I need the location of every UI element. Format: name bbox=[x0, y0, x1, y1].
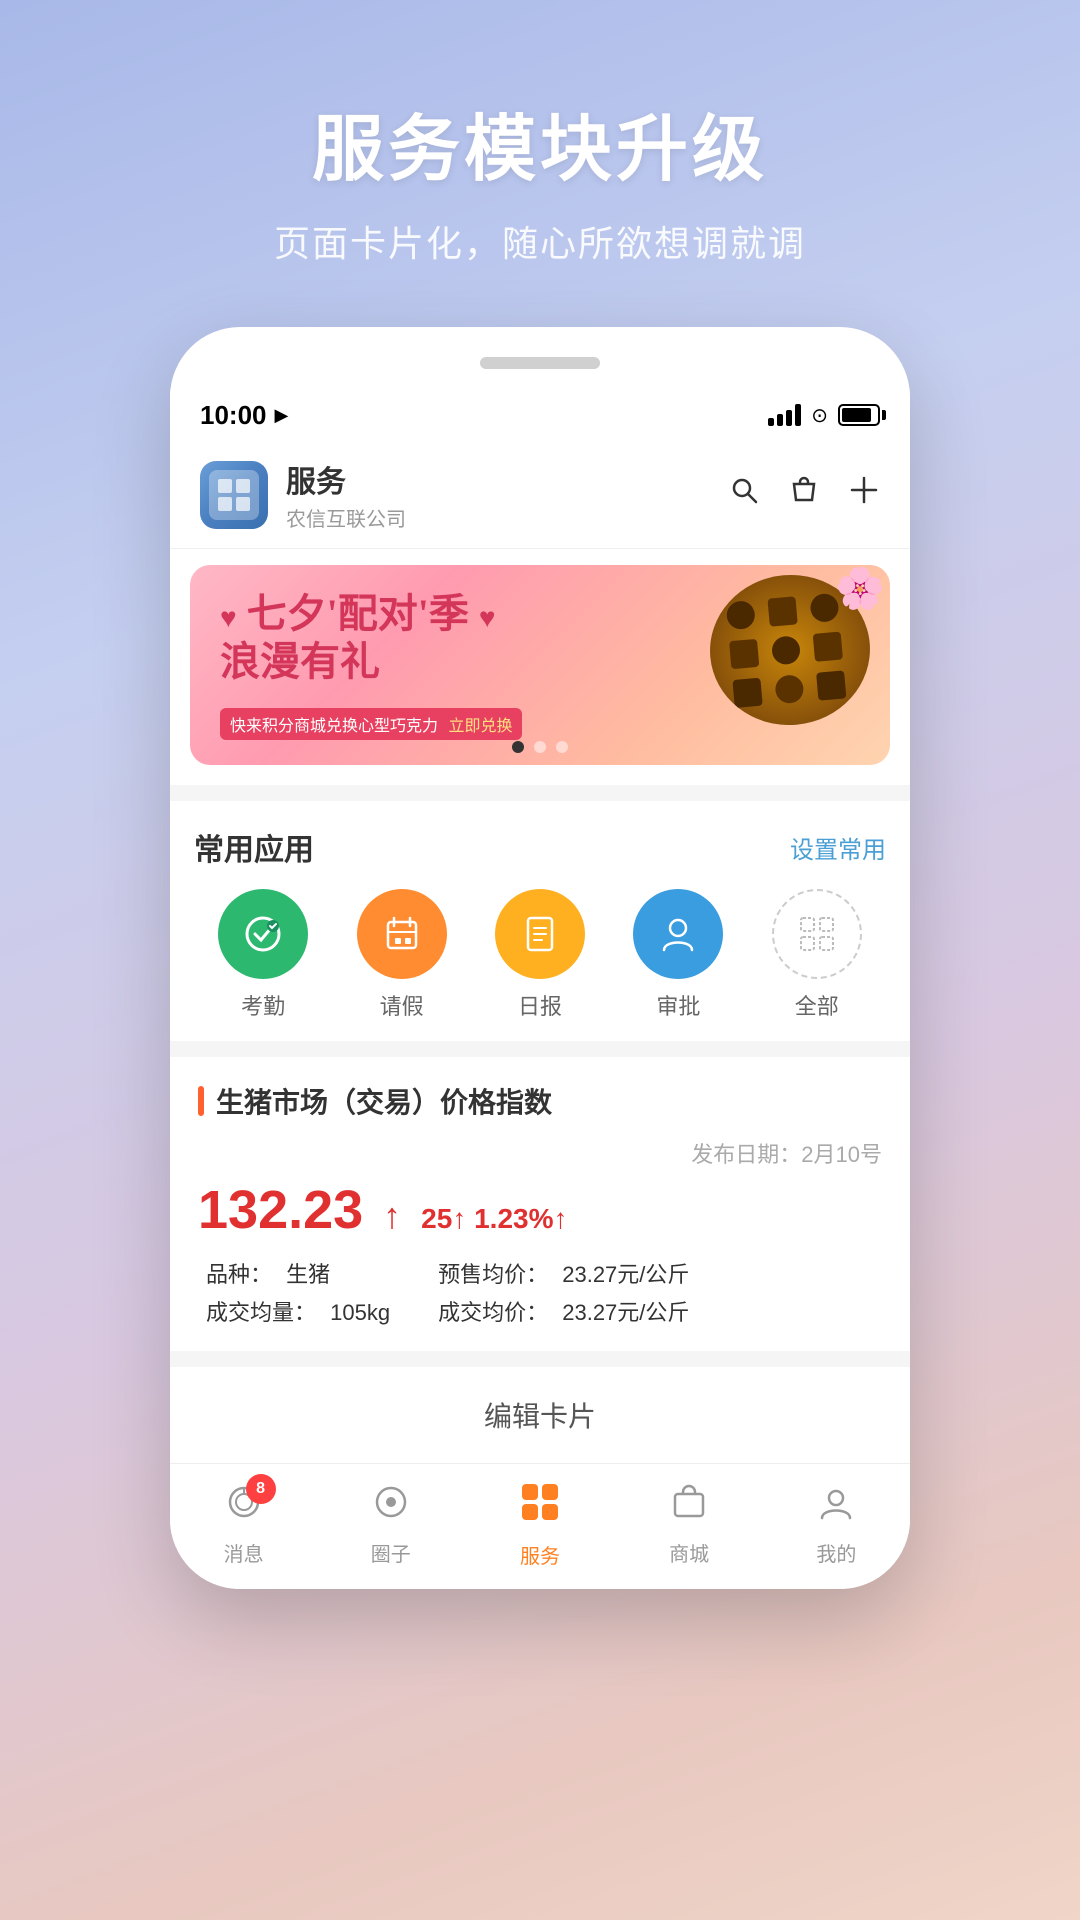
phone-mockup: 10:00 ▶ ⊙ bbox=[170, 327, 910, 1589]
app-title-group: 服务 农信互联公司 bbox=[286, 457, 728, 532]
app-item-all[interactable]: 全部 bbox=[772, 889, 862, 1021]
phone-screen: 10:00 ▶ ⊙ bbox=[170, 389, 910, 1589]
search-icon[interactable] bbox=[728, 474, 760, 515]
battery-icon bbox=[838, 404, 880, 426]
market-accent bbox=[198, 1086, 204, 1116]
app-item-approval[interactable]: 审批 bbox=[633, 889, 723, 1021]
shop-icon bbox=[669, 1482, 709, 1532]
banner-dot-2[interactable] bbox=[534, 741, 546, 753]
checkin-label: 考勤 bbox=[241, 989, 285, 1021]
set-common-button[interactable]: 设置常用 bbox=[790, 830, 886, 865]
app-title: 服务 bbox=[286, 457, 728, 501]
messages-badge: 8 bbox=[246, 1474, 276, 1504]
all-label: 全部 bbox=[795, 989, 839, 1021]
service-label: 服务 bbox=[520, 1540, 560, 1569]
signal-icon bbox=[768, 404, 801, 426]
all-icon bbox=[772, 889, 862, 979]
app-header: 服务 农信互联公司 bbox=[170, 441, 910, 549]
daily-label: 日报 bbox=[518, 989, 562, 1021]
heart-left: ♥ bbox=[220, 603, 237, 634]
checkin-icon bbox=[218, 889, 308, 979]
app-logo-inner bbox=[209, 470, 259, 520]
circle-icon bbox=[371, 1482, 411, 1532]
hero-title: 服务模块升级 bbox=[274, 90, 806, 195]
banner-title-line1: ♥ 七夕'配对'季 ♥ bbox=[220, 590, 660, 638]
banner-container[interactable]: ♥ 七夕'配对'季 ♥ 浪漫有礼 快来积分商城兑换心型巧克力 立即兑换 bbox=[170, 549, 910, 785]
nav-item-circle[interactable]: 圈子 bbox=[371, 1482, 411, 1567]
market-detail-col-right: 预售均价： 23.27元/公斤 成交均价： 23.27元/公斤 bbox=[430, 1257, 689, 1327]
common-apps-section: 常用应用 设置常用 考勤 bbox=[170, 801, 910, 1041]
market-main-price: 132.23 bbox=[198, 1179, 363, 1241]
market-variety-row: 品种： 生猪 bbox=[198, 1257, 390, 1289]
app-logo bbox=[200, 461, 268, 529]
market-trade-row: 成交均价： 23.27元/公斤 bbox=[430, 1295, 689, 1327]
market-card: 生猪市场（交易）价格指数 发布日期：2月10号 132.23 ↑ 25↑ 1.2… bbox=[170, 1057, 910, 1351]
status-bar: 10:00 ▶ ⊙ bbox=[170, 389, 910, 441]
nav-item-mine[interactable]: 我的 bbox=[816, 1482, 856, 1567]
wifi-icon: ⊙ bbox=[811, 403, 828, 428]
bottom-nav: 8 消息 圈子 bbox=[170, 1463, 910, 1589]
banner-dot-1[interactable] bbox=[512, 741, 524, 753]
edit-card-button[interactable]: 编辑卡片 bbox=[170, 1367, 910, 1463]
plus-icon[interactable] bbox=[848, 474, 880, 515]
banner-tag-link[interactable]: 立即兑换 bbox=[448, 718, 512, 735]
app-icons-row: 考勤 请假 bbox=[194, 889, 886, 1021]
nav-item-shop[interactable]: 商城 bbox=[669, 1482, 709, 1567]
service-icon bbox=[518, 1480, 562, 1534]
heart-right: ♥ bbox=[479, 603, 496, 634]
shop-label: 商城 bbox=[669, 1538, 709, 1567]
hero-subtitle: 页面卡片化，随心所欲想调就调 bbox=[274, 215, 806, 267]
nav-item-service[interactable]: 服务 bbox=[518, 1480, 562, 1569]
banner-dots bbox=[512, 741, 568, 753]
market-detail-col-left: 品种： 生猪 成交均量： 105kg bbox=[198, 1257, 390, 1327]
phone-speaker bbox=[480, 357, 600, 369]
banner-dot-3[interactable] bbox=[556, 741, 568, 753]
market-volume-row: 成交均量： 105kg bbox=[198, 1295, 390, 1327]
location-icon: ▶ bbox=[275, 405, 289, 426]
market-date: 发布日期：2月10号 bbox=[691, 1142, 882, 1167]
market-details: 品种： 生猪 成交均量： 105kg 预售均价： 23.27元/公斤 成交均价： bbox=[198, 1257, 882, 1327]
banner[interactable]: ♥ 七夕'配对'季 ♥ 浪漫有礼 快来积分商城兑换心型巧克力 立即兑换 bbox=[190, 565, 890, 765]
common-apps-title: 常用应用 bbox=[194, 825, 314, 869]
banner-text-area: ♥ 七夕'配对'季 ♥ 浪漫有礼 快来积分商城兑换心型巧克力 立即兑换 bbox=[190, 570, 690, 760]
approval-icon bbox=[633, 889, 723, 979]
market-presale-row: 预售均价： 23.27元/公斤 bbox=[430, 1257, 689, 1289]
messages-label: 消息 bbox=[224, 1538, 264, 1567]
market-change: 25↑ 1.23%↑ bbox=[421, 1203, 567, 1235]
header-icons bbox=[728, 474, 880, 515]
market-arrow-up: ↑ bbox=[383, 1195, 401, 1237]
mine-icon bbox=[816, 1482, 856, 1532]
hero-section: 服务模块升级 页面卡片化，随心所欲想调就调 bbox=[274, 0, 806, 327]
mine-label: 我的 bbox=[816, 1538, 856, 1567]
bag-icon[interactable] bbox=[788, 474, 820, 515]
approval-label: 审批 bbox=[656, 989, 700, 1021]
nav-item-messages[interactable]: 8 消息 bbox=[224, 1482, 264, 1567]
section-header: 常用应用 设置常用 bbox=[194, 825, 886, 869]
leave-icon bbox=[357, 889, 447, 979]
market-title: 生猪市场（交易）价格指数 bbox=[216, 1081, 552, 1121]
leave-label: 请假 bbox=[380, 989, 424, 1021]
app-item-checkin[interactable]: 考勤 bbox=[218, 889, 308, 1021]
market-title-row: 生猪市场（交易）价格指数 bbox=[198, 1081, 882, 1121]
circle-label: 圈子 bbox=[371, 1538, 411, 1567]
banner-title-line2: 浪漫有礼 bbox=[220, 638, 660, 686]
status-icons: ⊙ bbox=[768, 403, 880, 428]
banner-image: 🌸 bbox=[690, 565, 890, 765]
market-price-row: 132.23 ↑ 25↑ 1.23%↑ bbox=[198, 1179, 882, 1241]
banner-tag[interactable]: 快来积分商城兑换心型巧克力 立即兑换 bbox=[220, 708, 522, 740]
app-subtitle: 农信互联公司 bbox=[286, 503, 728, 532]
daily-icon bbox=[495, 889, 585, 979]
app-item-leave[interactable]: 请假 bbox=[357, 889, 447, 1021]
status-time: 10:00 bbox=[200, 400, 267, 431]
messages-icon: 8 bbox=[224, 1482, 264, 1532]
app-item-daily[interactable]: 日报 bbox=[495, 889, 585, 1021]
